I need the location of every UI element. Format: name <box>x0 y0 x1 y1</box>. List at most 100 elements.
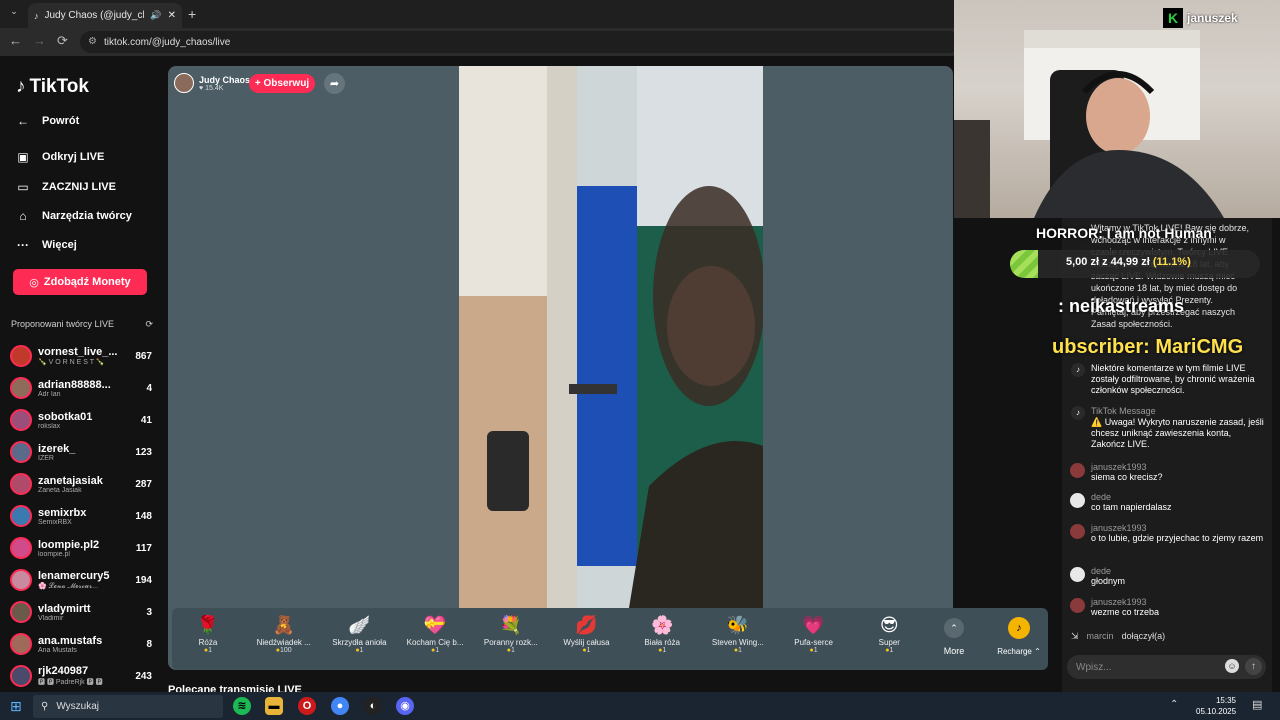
overlay-follower-alert: : neikastreams <box>1058 296 1185 316</box>
sidebar-back[interactable]: ← Powrót <box>16 114 79 128</box>
creator-item[interactable]: vladymirtt Vladimir 3 <box>10 597 152 627</box>
creator-item[interactable]: semixrbx SemixRBX 148 <box>10 501 152 531</box>
gift-price: ●1 <box>885 647 894 654</box>
send-icon[interactable]: ↑ <box>1245 658 1262 675</box>
refresh-icon[interactable]: ⟳ <box>145 319 153 330</box>
tiktok-logo[interactable]: ♪ TikTok <box>16 76 89 98</box>
host-info[interactable]: Judy Chaos ♥ 15.4K <box>174 72 250 94</box>
avatar[interactable] <box>1070 567 1085 582</box>
creator-item[interactable]: adrian88888... Adr Ian 4 <box>10 373 152 403</box>
gift-item[interactable]: 🌸 Biała róża ●1 <box>627 612 697 654</box>
sidebar-item-more[interactable]: ··· Więcej <box>16 238 77 252</box>
overlay-subscriber-alert: ubscriber: MariCMG <box>1052 336 1244 358</box>
discord-icon[interactable]: ◉ <box>396 697 414 715</box>
chat-system-message: ♪ TikTok Message ⚠️ Uwaga! Wykryto narus… <box>1071 406 1267 450</box>
gift-more-button[interactable]: ⌃ More <box>936 614 972 656</box>
avatar <box>10 633 32 655</box>
gift-item[interactable]: 🪽 Skrzydła anioła ●1 <box>324 612 394 654</box>
gift-item[interactable]: 💝 Kocham Cię b... ●1 <box>400 612 470 654</box>
browser-tab[interactable]: ♪ Judy Chaos (@judy_chaos) | Tik 🔊 ✕ <box>28 3 182 28</box>
avatar <box>10 601 32 623</box>
creator-item[interactable]: loompie.pl2 loompie.pl 117 <box>10 533 152 563</box>
gift-icon: 🐝 <box>726 615 750 635</box>
site-info-icon[interactable]: ⚙ <box>88 36 97 47</box>
host-name[interactable]: Judy Chaos <box>199 75 250 85</box>
share-icon[interactable]: ➦ <box>324 73 345 94</box>
get-coins-button[interactable]: ◎ Zdobądź Monety <box>13 269 147 295</box>
creator-name: loompie.pl2 <box>38 538 100 551</box>
gift-item[interactable]: 💗 Pufa-serce ●1 <box>779 612 849 654</box>
chat-username[interactable]: dede <box>1091 492 1172 502</box>
opera-icon[interactable]: O <box>298 697 316 715</box>
creator-item[interactable]: sobotka01 rokslax 41 <box>10 405 152 435</box>
taskbar-clock[interactable]: 15:35 05.10.2025 <box>1196 695 1236 717</box>
creator-name: lenamercury5 <box>38 569 110 582</box>
gift-name: Poranny rozk... <box>483 638 538 647</box>
reload-button[interactable]: ⟳ <box>57 33 68 49</box>
obs-icon[interactable]: ◐ <box>364 697 382 715</box>
tray-chevron-up-icon[interactable]: ⌃ <box>1170 699 1178 710</box>
forward-button[interactable]: → <box>33 33 46 48</box>
emoji-icon[interactable]: ☺ <box>1225 659 1239 673</box>
creator-item[interactable]: rjk240987 🅿 🅿 PadreRjk 🅿 🅿 243 <box>10 661 152 691</box>
avatar[interactable] <box>1070 524 1085 539</box>
creator-item[interactable]: ana.mustafs Ana Mustafs 8 <box>10 629 152 659</box>
sidebar-item-discover-live[interactable]: ▣ Odkryj LIVE <box>16 150 104 164</box>
notifications-icon[interactable]: ▤ <box>1252 698 1262 711</box>
follow-button[interactable]: + Obserwuj <box>249 74 315 93</box>
chat-message: januszek1993 wezme co trzeba <box>1070 597 1266 618</box>
gift-icon: 🪽 <box>348 615 371 635</box>
gift-item[interactable]: 🐝 Steven Wing... ●1 <box>703 612 773 654</box>
avatar[interactable] <box>1070 598 1085 613</box>
close-tab-icon[interactable]: ✕ <box>168 10 176 21</box>
gift-icon: 💗 <box>802 615 825 635</box>
back-button[interactable]: ← <box>9 33 22 48</box>
chat-username[interactable]: januszek1993 <box>1091 597 1159 607</box>
live-video[interactable] <box>459 66 763 608</box>
avatar <box>10 473 32 495</box>
gift-item[interactable]: 🌹 Róża ●1 <box>173 612 243 654</box>
viewer-count: 8 <box>146 638 152 650</box>
chat-message: januszek1993 siema co krecisz? <box>1070 462 1266 483</box>
avatar <box>10 377 32 399</box>
overlay-title: HORROR: I am not Human <box>1036 225 1212 241</box>
gift-price: ●100 <box>275 647 292 654</box>
live-icon: ▣ <box>17 150 29 164</box>
recharge-button[interactable]: ♪ Recharge ⌃ <box>993 614 1045 656</box>
chat-username[interactable]: januszek1993 <box>1091 462 1163 472</box>
avatar[interactable] <box>1070 493 1085 508</box>
webcam-overlay <box>954 0 1280 218</box>
tab-search-icon[interactable]: ⌄ <box>6 6 22 22</box>
host-likes: ♥ 15.4K <box>199 84 224 92</box>
speaker-icon[interactable]: 🔊 <box>150 10 161 21</box>
gift-price: ●1 <box>431 647 440 654</box>
avatar[interactable] <box>1070 463 1085 478</box>
gift-price: ●1 <box>658 647 667 654</box>
chat-username[interactable]: dede <box>1091 566 1125 576</box>
chat-text: wezme co trzeba <box>1091 607 1160 617</box>
creator-item[interactable]: lenamercury5 🌸 𝓛𝓮𝓷𝓪 𝓜𝓮𝓻𝓬𝓾𝓻... 194 <box>10 565 152 595</box>
taskbar-search[interactable]: ⚲ Wyszukaj <box>33 695 223 718</box>
gift-item[interactable]: 🧸 Niedźwiadek ... ●100 <box>249 612 319 654</box>
windows-start-icon[interactable]: ⊞ <box>10 698 22 715</box>
address-bar[interactable]: tiktok.com/@judy_chaos/live <box>80 31 960 53</box>
chrome-icon[interactable]: ● <box>331 697 349 715</box>
sidebar-item-creator-tools[interactable]: ⌂ Narzędzia twórcy <box>16 209 132 223</box>
gift-item[interactable]: 😎 Super ●1 <box>854 612 924 654</box>
viewer-count: 4 <box>146 382 152 394</box>
gift-item[interactable]: 💋 Wyślij całusa ●1 <box>552 612 622 654</box>
host-avatar[interactable] <box>174 73 194 93</box>
gift-price: ●1 <box>203 647 213 654</box>
sidebar-item-start-live[interactable]: ▭ ZACZNIJ LIVE <box>16 180 116 194</box>
creator-sub: rokslax <box>38 422 61 430</box>
spotify-icon[interactable]: ≋ <box>233 697 251 715</box>
chat-username[interactable]: januszek1993 <box>1091 523 1263 533</box>
gift-item[interactable]: 💐 Poranny rozk... ●1 <box>476 612 546 654</box>
creator-item[interactable]: izerek_ IZER 123 <box>10 437 152 467</box>
chat-join-notice: ⇲ marcin dołączył(a) <box>1071 631 1166 641</box>
creator-item[interactable]: vornest_live_... 🍾 V O R N E S T 🍾 867 <box>10 341 152 371</box>
new-tab-button[interactable]: + <box>188 6 196 22</box>
gift-icon: 🌸 <box>650 615 674 635</box>
file-explorer-icon[interactable]: ▬ <box>265 697 283 715</box>
creator-item[interactable]: zanetajasiak Zaneta Jasiak 287 <box>10 469 152 499</box>
